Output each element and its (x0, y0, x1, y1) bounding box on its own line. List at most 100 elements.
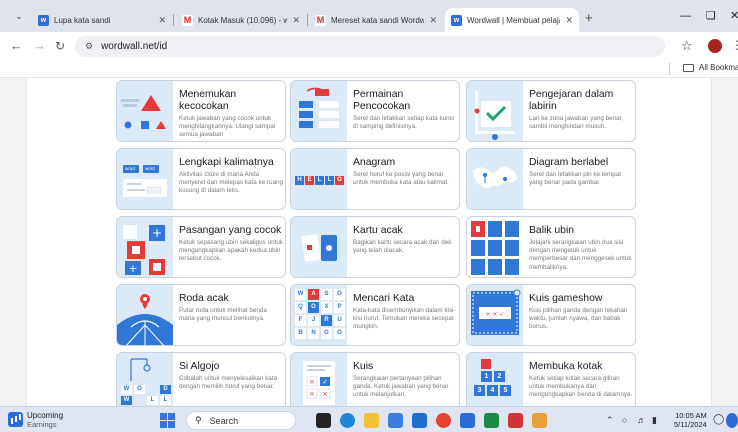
template-card[interactable]: 1 2 3 4 5 Membuka kotak Ketuk setiap kot… (466, 352, 636, 406)
box-tile: 2 (494, 371, 505, 382)
letter-tile: O (334, 289, 345, 300)
windows-start-icon[interactable] (160, 413, 175, 428)
template-name: Si Algojo (179, 361, 220, 372)
template-card[interactable]: H E L L O Anagram Seret huruf ke posisi … (290, 148, 460, 210)
task-view-icon[interactable] (316, 413, 331, 428)
clock[interactable]: 10:05 AM 5/11/2024 (674, 411, 707, 429)
widget-title[interactable]: Upcoming (27, 411, 63, 420)
restore-icon[interactable]: ❏ (706, 10, 716, 22)
all-bookmarks-button[interactable]: All Bookmark (683, 63, 738, 72)
template-card[interactable]: Pengejaran dalam labirin Lari ke zona ja… (466, 80, 636, 142)
bell-icon[interactable]: ◯ (713, 415, 724, 425)
template-name: Permainan Pencocokan (353, 89, 411, 112)
taskbar-search[interactable]: ⚲ Search (186, 411, 296, 430)
back-icon[interactable]: ← (10, 38, 23, 54)
letter-tile: L (315, 176, 324, 185)
profile-avatar[interactable] (708, 39, 722, 53)
template-card[interactable]: Kartu acak Bagikan kartu secara acak dar… (290, 216, 460, 278)
tab-search-button[interactable]: ⌄ (12, 10, 26, 22)
mail-icon[interactable] (412, 413, 427, 428)
forward-icon[interactable]: → (33, 38, 46, 54)
maze-chase-thumb (467, 81, 523, 141)
close-icon[interactable]: ✕ (565, 15, 573, 26)
bookmarks-separator (669, 63, 670, 75)
cloze-word-chip: word (145, 166, 155, 171)
chevron-up-icon[interactable]: ⌃ (606, 415, 614, 425)
letter-tile: D (160, 385, 171, 394)
site-settings-icon[interactable]: ⚙ (85, 41, 93, 52)
bookmark-star-icon[interactable]: ☆ (681, 39, 693, 53)
labelled-diagram-thumb (467, 149, 523, 209)
letter-tile: W (121, 385, 132, 394)
tab-separator (307, 14, 308, 26)
template-card[interactable]: × ✓ × × Kuis Serangkaian pertanyaan pili… (290, 352, 460, 406)
random-cards-thumb (291, 217, 347, 277)
template-card[interactable]: Balik ubin Jelajahi serangkaian ubin dua… (466, 216, 636, 278)
tab-title: Wordwall | Membuat pelajaran (467, 15, 560, 25)
template-description: Seret dan letakkan pin ke tempat yang be… (529, 171, 622, 187)
app-icon[interactable] (508, 413, 523, 428)
gmail-icon: M (315, 14, 326, 26)
box-tile: 4 (487, 385, 498, 396)
ms-store-icon[interactable] (388, 413, 403, 428)
clock-time: 10:05 AM (675, 411, 707, 420)
gameshow-thumb: × × ✓ (467, 285, 523, 345)
template-card[interactable]: word word Lengkapi kalimatnya Aktivitas … (116, 148, 286, 210)
close-window-icon[interactable]: ✕ (730, 10, 738, 22)
template-name: Kartu acak (353, 225, 403, 236)
edge-icon[interactable] (340, 413, 355, 428)
bookmarks-bar: All Bookmark (0, 60, 738, 78)
volume-icon[interactable]: ♬ (637, 415, 646, 425)
letter-tile: R (321, 315, 332, 326)
anagram-thumb: H E L L O (291, 149, 347, 209)
svg-text:×: × (309, 378, 315, 386)
letter-tile: Q (295, 302, 306, 313)
template-description: Cobalah untuk menyelesaikan kata dengan … (179, 375, 278, 391)
address-bar[interactable]: ⚙ wordwall.net/id (75, 36, 665, 57)
template-card[interactable]: + + Pasangan yang cocok Ketuk sepasang u… (116, 216, 286, 278)
excel-icon[interactable] (484, 413, 499, 428)
reload-icon[interactable]: ↻ (55, 38, 65, 54)
template-description: Ketuk setiap kotak secara giliran untuk … (529, 375, 633, 399)
word-icon[interactable] (460, 413, 475, 428)
minimize-icon[interactable]: — (680, 10, 691, 22)
box-tile: 3 (474, 385, 485, 396)
template-description: Ketuk jawaban yang cocok untuk menghilan… (179, 115, 276, 139)
template-card[interactable]: Permainan Pencocokan Seret dan letakkan … (290, 80, 460, 142)
quiz-thumb: × ✓ × × (291, 353, 347, 406)
tab-lupa-kata-sandi[interactable]: w Lupa kata sandi ✕ (32, 8, 172, 32)
new-tab-button[interactable]: + (585, 11, 593, 24)
copilot-icon[interactable] (726, 413, 738, 428)
close-icon[interactable]: ✕ (429, 15, 437, 26)
template-description: Putar roda untuk melihat benda mana yang… (179, 307, 267, 323)
open-box-thumb: 1 2 3 4 5 (467, 353, 523, 406)
wifi-icon[interactable]: ○ (622, 415, 627, 425)
template-card[interactable]: Roda acak Putar roda untuk melihat benda… (116, 284, 286, 346)
tab-kotak-masuk[interactable]: M Kotak Masuk (10.096) - wahyu ✕ (176, 8, 306, 32)
stocks-widget-icon[interactable] (8, 412, 23, 427)
wordwall-icon: w (38, 14, 49, 26)
app-icon[interactable] (532, 413, 547, 428)
letter-tile: O (134, 385, 145, 394)
url-text: wordwall.net/id (101, 41, 168, 52)
wordwall-icon: w (451, 14, 462, 26)
close-icon[interactable]: ✕ (292, 15, 300, 26)
template-card[interactable]: Diagram berlabel Seret dan letakkan pin … (466, 148, 636, 210)
right-gutter (711, 78, 738, 406)
all-bookmarks-label: All Bookmark (699, 63, 738, 72)
tab-mereset-kata-sandi[interactable]: M Mereset kata sandi Wordwall A ✕ (309, 8, 443, 32)
template-name: Balik ubin (529, 225, 575, 236)
template-card[interactable]: Menemukan kecocokan Ketuk jawaban yang c… (116, 80, 286, 142)
template-card[interactable]: WASOQOXPFJRUBNGO Mencari Kata Kata-kata … (290, 284, 460, 346)
chrome-icon[interactable] (436, 413, 451, 428)
template-card[interactable]: × × ✓ Kuis gameshow Kuis pilihan ganda d… (466, 284, 636, 346)
close-icon[interactable]: ✕ (158, 15, 166, 26)
file-explorer-icon[interactable] (364, 413, 379, 428)
menu-icon[interactable]: ⋮ (731, 38, 738, 52)
template-name: Kuis (353, 361, 374, 372)
tab-wordwall-active[interactable]: w Wordwall | Membuat pelajaran ✕ (445, 8, 579, 32)
template-card[interactable]: W O D W L L Si Algojo Cobalah untuk meny… (116, 352, 286, 406)
battery-icon[interactable]: ▮ (652, 415, 657, 425)
template-name: Membuka kotak (529, 361, 603, 372)
windows-taskbar: Upcoming Earnings ⚲ Search ⌃ ○ ♬ ▮ 10:05… (0, 406, 738, 432)
